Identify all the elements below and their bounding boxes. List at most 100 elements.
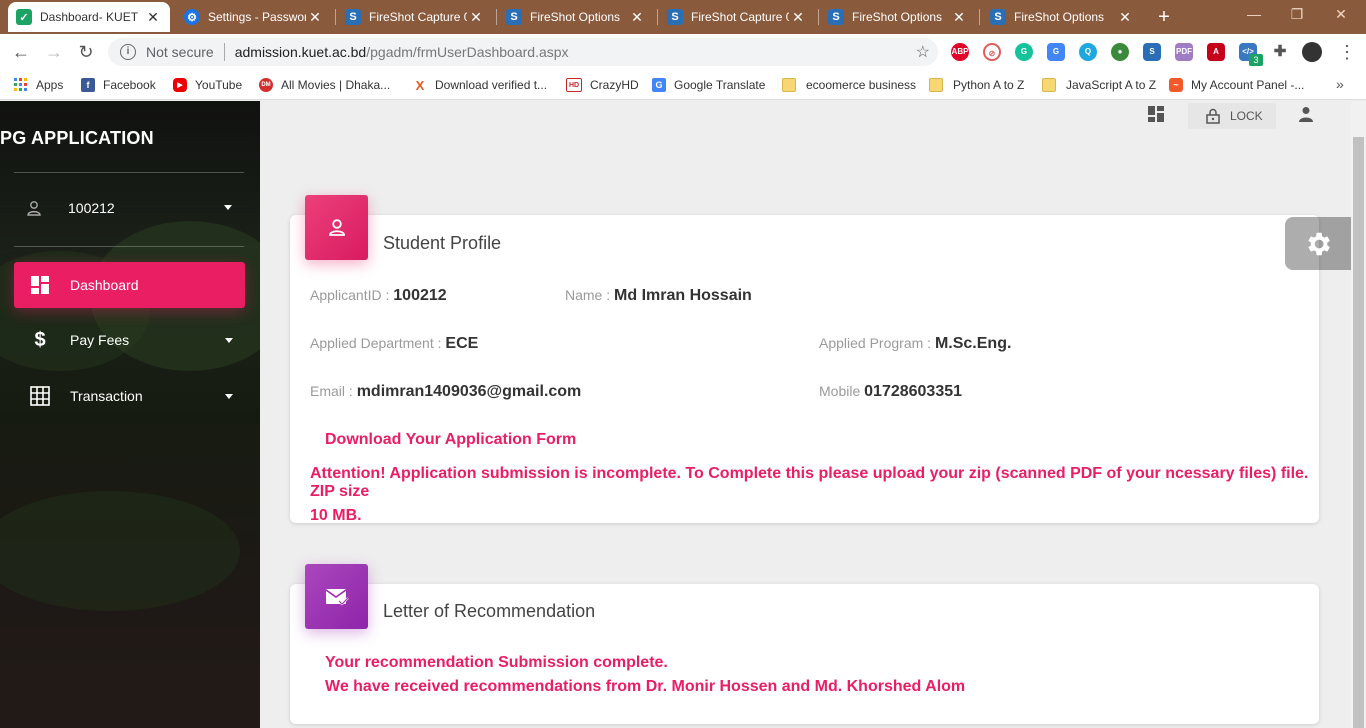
profile-avatar-icon[interactable] — [1302, 42, 1322, 62]
status-line: We have received recommendations from Dr… — [325, 678, 966, 695]
bookmark-folder-ecommerce[interactable]: ecoomerce business — [782, 77, 916, 93]
close-icon[interactable]: ✕ — [1116, 9, 1134, 26]
sidebar-item-pay-fees[interactable]: $ Pay Fees — [14, 317, 245, 363]
tab-fireshot-capture[interactable]: S FireShot Capture 0 ✕ — [659, 2, 815, 32]
fireshot-icon: S — [506, 9, 522, 25]
sidebar: PG APPLICATION 100212 Dashboard $ Pay Fe… — [0, 101, 260, 728]
close-icon[interactable]: ✕ — [306, 9, 324, 26]
new-tab-button[interactable]: + — [1152, 6, 1176, 28]
close-icon[interactable]: ✕ — [628, 9, 646, 26]
field-label: Applied Program : — [819, 335, 932, 351]
bookmark-star-icon[interactable]: ☆ — [916, 42, 930, 62]
sidebar-item-label: Pay Fees — [70, 332, 130, 348]
close-icon[interactable]: ✕ — [789, 9, 807, 26]
tab-separator — [335, 9, 336, 25]
close-icon[interactable]: ✕ — [144, 9, 162, 26]
forward-arrow-icon[interactable]: → — [43, 41, 65, 63]
tab-title: FireShot Options — [530, 10, 621, 24]
back-arrow-icon[interactable]: ← — [10, 41, 32, 63]
reload-icon[interactable]: ↻ — [75, 41, 97, 63]
minimize-icon[interactable]: — — [1244, 6, 1264, 22]
download-application-link[interactable]: Download Your Application Form — [325, 431, 576, 449]
globe-extension-icon[interactable]: ● — [1111, 43, 1129, 61]
shield-icon: ✓ — [16, 9, 32, 25]
search-extension-icon[interactable]: Q — [1079, 43, 1097, 61]
tab-fireshot-options[interactable]: S FireShot Options ✕ — [820, 2, 976, 32]
bookmark-facebook[interactable]: f Facebook — [81, 77, 156, 93]
field-label: ApplicantID : — [310, 287, 390, 303]
attention-message: Attention! Application submission is inc… — [310, 465, 1319, 525]
bookmark-label: Python A to Z — [953, 78, 1025, 92]
account-panel-icon: ~ — [1169, 78, 1183, 92]
bookmarks-overflow-icon[interactable]: » — [1336, 76, 1344, 92]
close-icon[interactable]: ✕ — [467, 9, 485, 26]
gear-icon: ⚙ — [184, 9, 200, 25]
close-icon[interactable]: ✕ — [950, 9, 968, 26]
user-menu[interactable]: 100212 — [14, 193, 244, 223]
info-icon[interactable]: i — [120, 44, 136, 60]
bookmarks-bar: Apps f Facebook ▶ YouTube DM All Movies … — [0, 70, 1366, 100]
sidebar-item-dashboard[interactable]: Dashboard — [14, 262, 245, 308]
block-site-icon[interactable]: ⊘ — [983, 43, 1001, 61]
movie-icon: DM — [259, 78, 273, 92]
lock-button[interactable]: LOCK — [1188, 103, 1276, 129]
adblock-icon[interactable]: ABP — [951, 43, 969, 61]
chevron-down-icon — [225, 394, 233, 399]
settings-gear-button[interactable] — [1285, 217, 1351, 270]
bookmark-label: YouTube — [195, 78, 243, 92]
tab-fireshot-options[interactable]: S FireShot Options ✕ — [498, 2, 654, 32]
bookmark-google-translate[interactable]: G Google Translate — [652, 77, 765, 93]
bookmark-youtube[interactable]: ▶ YouTube — [173, 77, 242, 93]
tab-fireshot-options[interactable]: S FireShot Options ✕ — [982, 2, 1142, 32]
acrobat-icon[interactable]: A — [1207, 43, 1225, 61]
bookmark-apps[interactable]: Apps — [14, 77, 63, 93]
bookmark-download-verified[interactable]: X Download verified t... — [413, 77, 547, 93]
bookmark-folder-python[interactable]: Python A to Z — [929, 77, 1024, 93]
account-icon[interactable] — [1298, 106, 1314, 122]
field-value: M.Sc.Eng. — [934, 335, 1012, 352]
maximize-icon[interactable]: ❐ — [1287, 6, 1307, 23]
bookmark-label: CrazyHD — [590, 78, 639, 92]
bookmark-label: ecoomerce business — [806, 78, 917, 92]
bookmark-label: Facebook — [103, 78, 156, 92]
grammarly-icon[interactable]: G — [1015, 43, 1033, 61]
sidebar-item-transaction[interactable]: Transaction — [14, 373, 245, 419]
lock-label: LOCK — [1230, 109, 1263, 123]
url-host: admission.kuet.ac.bd — [234, 44, 367, 60]
scrollbar-thumb[interactable] — [1353, 137, 1364, 728]
bookmark-my-account-panel[interactable]: ~ My Account Panel -... — [1169, 77, 1304, 93]
extensions-puzzle-icon[interactable]: ✚ — [1271, 43, 1289, 61]
bookmark-all-movies[interactable]: DM All Movies | Dhaka... — [259, 77, 390, 93]
tab-separator — [657, 9, 658, 25]
tab-separator — [818, 9, 819, 25]
field-value: Md Imran Hossain — [614, 287, 752, 304]
program-field: Applied Program : M.Sc.Eng. — [819, 335, 1011, 353]
chrome-menu-icon[interactable]: ⋮ — [1338, 40, 1356, 64]
window-close-icon[interactable]: ✕ — [1331, 6, 1351, 23]
field-value: 01728603351 — [864, 383, 963, 400]
bookmark-folder-javascript[interactable]: JavaScript A to Z — [1042, 77, 1156, 93]
tab-separator — [979, 9, 980, 25]
tab-settings[interactable]: ⚙ Settings - Passwor ✕ — [176, 2, 332, 32]
app-title: PG APPLICATION — [0, 128, 154, 148]
tab-fireshot-capture[interactable]: S FireShot Capture 0 ✕ — [337, 2, 493, 32]
tab-dashboard-kuet[interactable]: ✓ Dashboard- KUET ✕ — [8, 2, 170, 32]
google-translate-icon[interactable]: G — [1047, 43, 1065, 61]
scrollbar[interactable] — [1351, 101, 1366, 728]
dashboard-toggle-icon[interactable] — [1148, 106, 1164, 122]
user-icon — [27, 201, 41, 216]
field-value: mdimran1409036@gmail.com — [356, 383, 582, 400]
pdf-extension-icon[interactable]: PDF — [1175, 43, 1193, 61]
mail-check-icon — [305, 564, 368, 629]
divider — [14, 172, 244, 173]
chevron-down-icon — [225, 338, 233, 343]
fireshot-icon: S — [828, 9, 844, 25]
field-value: ECE — [445, 335, 479, 352]
address-bar[interactable]: i Not secure admission.kuet.ac.bd/pgadm/… — [108, 38, 938, 66]
dashboard-icon — [29, 274, 51, 296]
tab-title: FireShot Capture 0 — [369, 10, 467, 24]
grid-icon — [29, 385, 51, 407]
tab-separator — [496, 9, 497, 25]
bookmark-crazyhd[interactable]: HD CrazyHD — [566, 77, 639, 93]
fireshot-icon[interactable]: S — [1143, 43, 1161, 61]
